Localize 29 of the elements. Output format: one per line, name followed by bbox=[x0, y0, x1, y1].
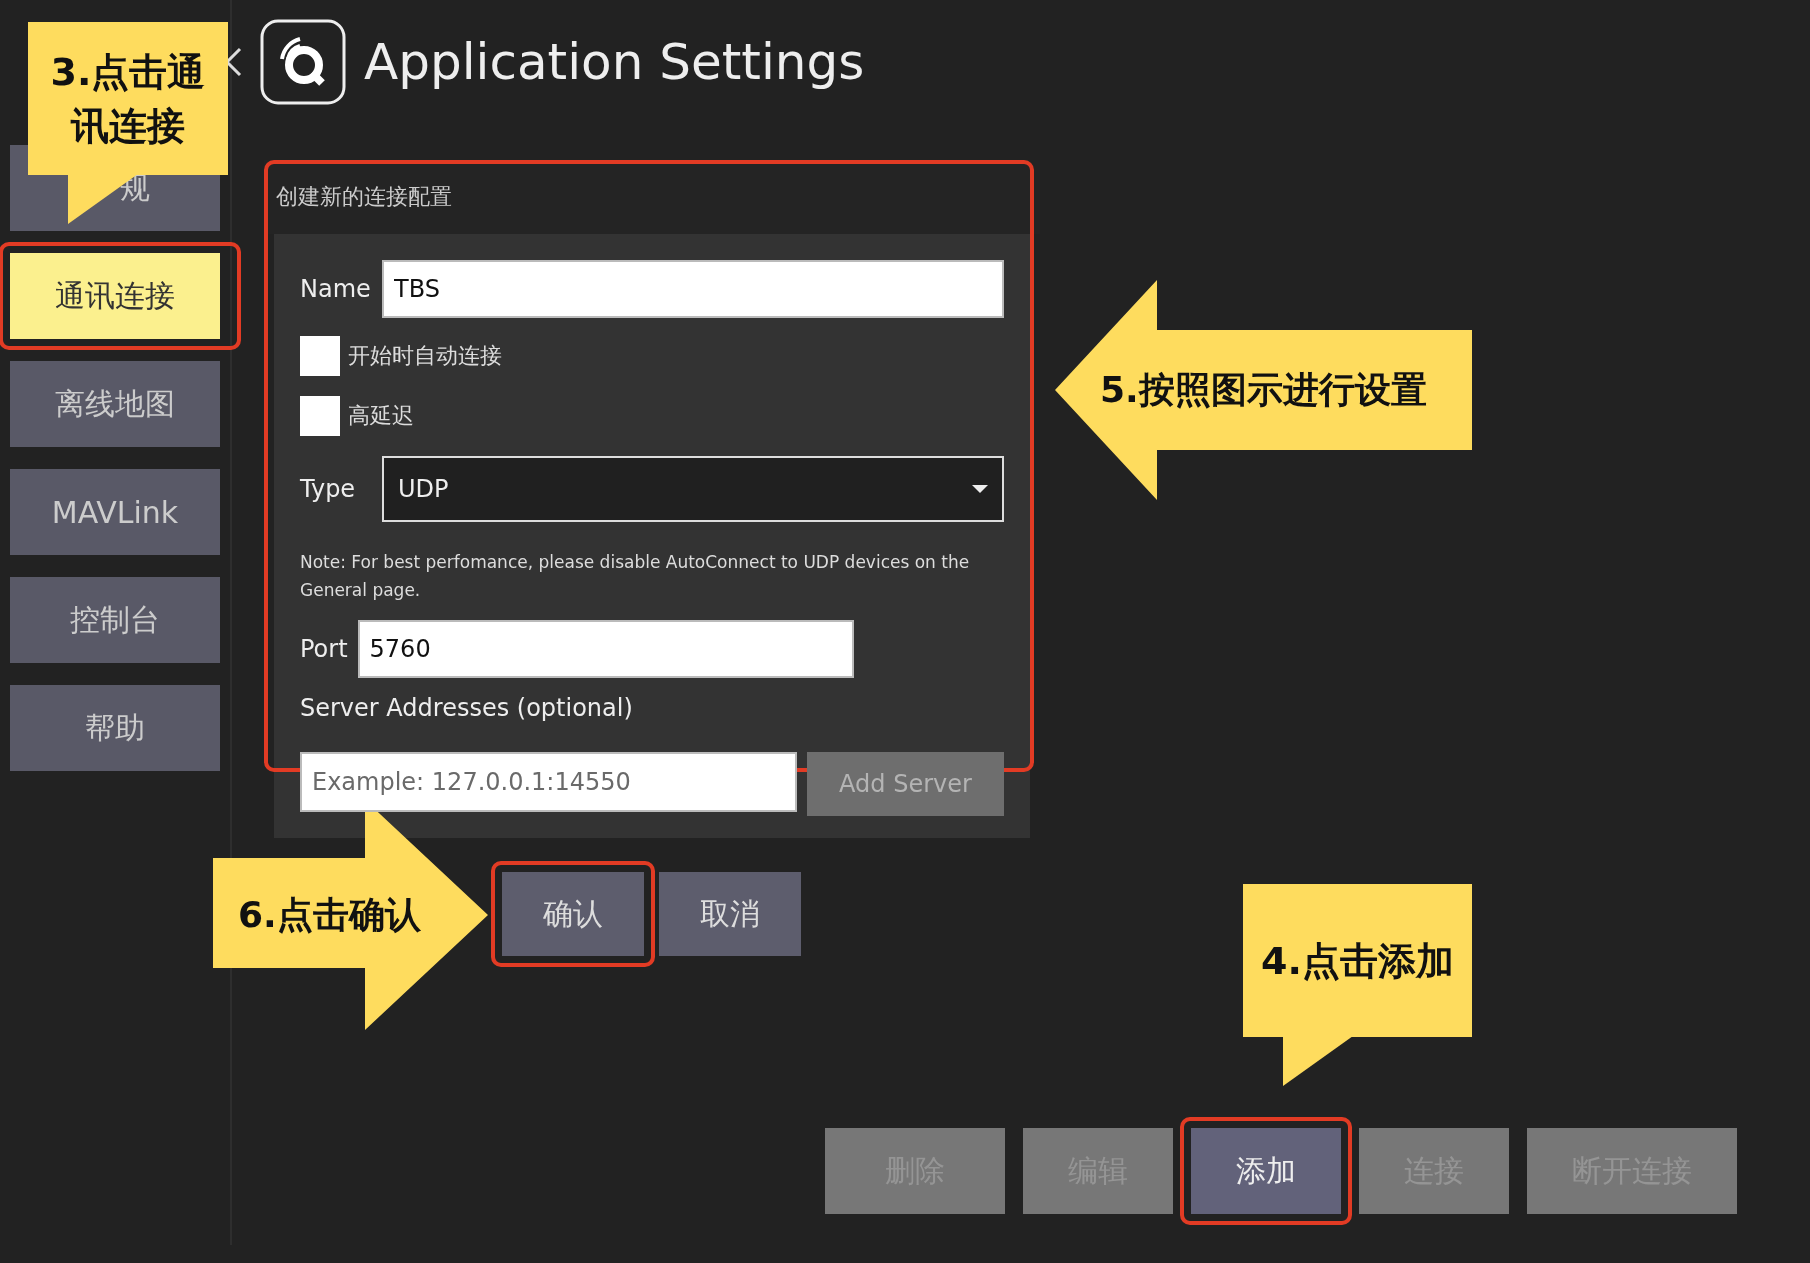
callout: 3.点击通讯连接 bbox=[28, 22, 228, 175]
annotation-text: 6.点击确认 bbox=[238, 893, 421, 937]
callout-pointer bbox=[1283, 1036, 1353, 1086]
checkbox-label: 高延迟 bbox=[348, 402, 414, 430]
checkbox[interactable] bbox=[300, 396, 340, 436]
sidebar-item[interactable]: 离线地图 bbox=[10, 361, 220, 447]
server-address-field[interactable]: Example: 127.0.0.1:14550 bbox=[300, 752, 797, 812]
section-label: Server Addresses (optional) bbox=[300, 694, 634, 722]
field-label: Type bbox=[300, 475, 356, 503]
type-dropdown[interactable]: UDP bbox=[382, 456, 1004, 522]
action-button[interactable]: 添加 bbox=[1191, 1128, 1341, 1214]
dialog-button[interactable]: 取消 bbox=[659, 872, 801, 956]
field-label: Name bbox=[300, 275, 371, 303]
checkbox[interactable] bbox=[300, 336, 340, 376]
port-field[interactable]: 5760 bbox=[357, 620, 854, 678]
dialog-button[interactable]: 确认 bbox=[502, 872, 644, 956]
note-text: Note: For best perfomance, please disable AutoConnect to UDP devices on the General page. bbox=[300, 551, 971, 602]
callout: 4.点击添加 bbox=[1243, 884, 1472, 1037]
checkbox-label: 开始时自动连接 bbox=[348, 342, 502, 370]
window-title: Application Settings bbox=[364, 33, 865, 91]
app-logo-icon bbox=[260, 19, 346, 105]
field-label: Port bbox=[300, 635, 348, 663]
caret-icon bbox=[972, 484, 988, 494]
name-field[interactable]: TBS bbox=[382, 260, 1004, 318]
sidebar-item[interactable]: 通讯连接 bbox=[10, 253, 220, 339]
annotation-text: 5.按照图示进行设置 bbox=[1100, 368, 1427, 412]
sidebar-item[interactable]: MAVLink bbox=[10, 469, 220, 555]
sidebar-item[interactable]: 控制台 bbox=[10, 577, 220, 663]
sidebar-item[interactable]: 帮助 bbox=[10, 685, 220, 771]
